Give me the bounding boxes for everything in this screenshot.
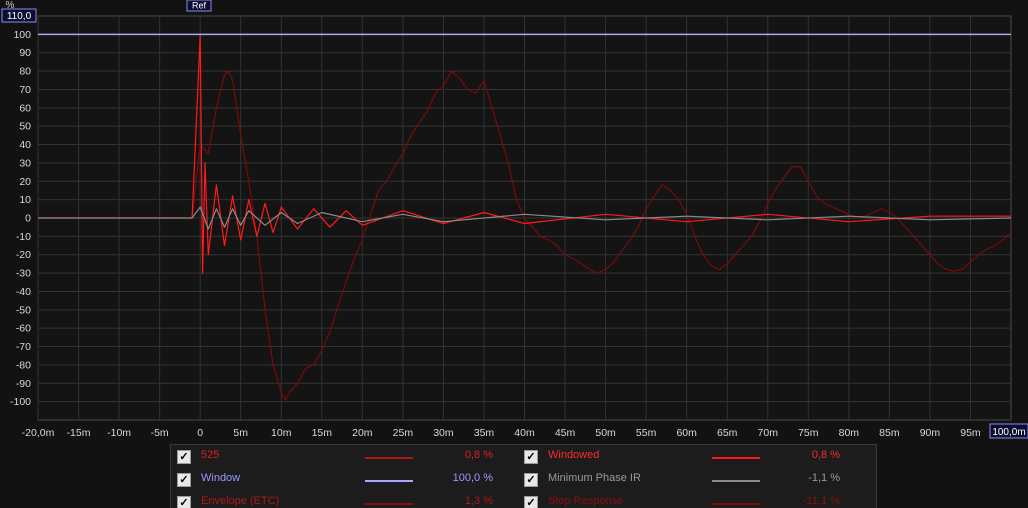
y-tick-label: -20 <box>16 249 31 261</box>
x-tick-label: -5m <box>151 427 169 439</box>
y-tick-label: 80 <box>19 66 31 78</box>
checkbox-windowed[interactable]: ✓ <box>524 450 538 464</box>
y-tick-label: -100 <box>10 396 31 408</box>
x-tick-label: 40m <box>514 427 535 439</box>
x-tick-label: 20m <box>352 427 373 439</box>
legend-swatch-windowed <box>712 457 760 459</box>
legend-item-525[interactable]: ✓ 525 0,8 % <box>177 447 507 469</box>
legend-item-windowed[interactable]: ✓ Windowed 0,8 % <box>524 447 854 469</box>
y-tick-label: 70 <box>19 84 31 96</box>
x-tick-label: -10m <box>107 427 131 439</box>
legend-item-envelope-etc[interactable]: ✓ Envelope (ETC) 1,3 % <box>177 493 507 508</box>
checkbox-step-response[interactable]: ✓ <box>524 496 538 508</box>
legend-label-window: Window <box>201 472 241 484</box>
legend-swatch-525 <box>365 457 413 459</box>
legend-swatch-envelope-etc <box>365 503 413 505</box>
x-tick-label: 75m <box>798 427 819 439</box>
legend-swatch-step-response <box>712 503 760 505</box>
legend-swatch-minimum-phase-ir <box>712 480 760 482</box>
ref-marker-label[interactable]: Ref <box>192 1 207 11</box>
x-tick-label: -20,0m <box>22 427 55 439</box>
x-tick-label: 60m <box>676 427 697 439</box>
x-tick-label: 10m <box>271 427 292 439</box>
legend-item-step-response[interactable]: ✓ Step Response -11,1 % <box>524 493 854 508</box>
y-tick-label: 100 <box>13 29 31 41</box>
y-tick-label: -70 <box>16 341 31 353</box>
legend-value-windowed: 0,8 % <box>811 449 840 461</box>
x-tick-label: 70m <box>758 427 779 439</box>
legend-value-525: 0,8 % <box>464 449 493 461</box>
legend-value-step-response: -11,1 % <box>802 495 840 507</box>
y-tick-label: 10 <box>19 194 31 206</box>
legend-label-minimum-phase-ir: Minimum Phase IR <box>548 472 641 484</box>
legend-item-window[interactable]: ✓ Window 100,0 % <box>177 470 507 492</box>
legend-label-525: 525 <box>201 449 220 461</box>
checkbox-minimum-phase-ir[interactable]: ✓ <box>524 473 538 487</box>
x-tick-label: 30m <box>433 427 454 439</box>
checkbox-window[interactable]: ✓ <box>177 473 191 487</box>
checkbox-envelope-etc[interactable]: ✓ <box>177 496 191 508</box>
y-tick-label: -60 <box>16 323 31 335</box>
x-tick-label: 90m <box>920 427 941 439</box>
y-axis-ticks: 1009080706050403020100-10-20-30-40-50-60… <box>10 29 31 408</box>
x-tick-label: 50m <box>595 427 616 439</box>
legend-label-windowed: Windowed <box>548 449 600 461</box>
legend-label-envelope-etc: Envelope (ETC) <box>201 495 280 507</box>
x-tick-label: 65m <box>717 427 738 439</box>
checkbox-525[interactable]: ✓ <box>177 450 191 464</box>
x-tick-label: -15m <box>67 427 91 439</box>
x-tick-label: 45m <box>555 427 576 439</box>
y-tick-label: 50 <box>19 121 31 133</box>
x-max-label[interactable]: 100,0m <box>992 427 1025 438</box>
y-tick-label: -40 <box>16 286 31 298</box>
y-tick-label: 30 <box>19 157 31 169</box>
legend-swatch-window <box>365 480 413 482</box>
x-tick-label: 55m <box>636 427 657 439</box>
legend-value-minimum-phase-ir: -1,1 % <box>808 472 840 484</box>
impulse-response-window: 100 90 80 70 60 50 40 30 20 10 0 -10 -20 -30 -40 -50 -60… <box>0 0 1028 508</box>
x-tick-label: 5m <box>233 427 248 439</box>
y-tick-label: 90 <box>19 47 31 59</box>
legend-value-envelope-etc: 1,3 % <box>464 495 493 507</box>
x-tick-label: 25m <box>393 427 414 439</box>
y-tick-label: 20 <box>19 176 31 188</box>
y-tick-label: -10 <box>16 231 31 243</box>
x-axis-ticks: -20,0m -15m -10m -5m 0 5m 10m 15m 20m 25m 30m 35m 40… <box>22 427 981 439</box>
y-tick-label: 60 <box>19 102 31 114</box>
y-tick-label: 0 <box>25 213 31 225</box>
legend-item-minimum-phase-ir[interactable]: ✓ Minimum Phase IR -1,1 % <box>524 470 854 492</box>
x-tick-label: 85m <box>879 427 900 439</box>
x-tick-label: 80m <box>839 427 860 439</box>
x-tick-label: 35m <box>474 427 495 439</box>
y-tick-label: -90 <box>16 378 31 390</box>
legend-panel: ✓ 525 0,8 % ✓ Windowed 0,8 % ✓ Window 10… <box>170 444 877 508</box>
x-tick-label: 95m <box>960 427 981 439</box>
x-tick-label: 0 <box>197 427 203 439</box>
y-tick-label: -50 <box>16 304 31 316</box>
y-tick-label: -80 <box>16 359 31 371</box>
legend-label-step-response: Step Response <box>548 495 624 507</box>
y-max-label[interactable]: 110,0 <box>7 11 32 22</box>
legend-value-window: 100,0 % <box>452 472 493 484</box>
y-tick-label: -30 <box>16 268 31 280</box>
impulse-response-chart[interactable]: 1009080706050403020100-10-20-30-40-50-60… <box>0 0 1028 444</box>
y-tick-label: 40 <box>19 139 31 151</box>
x-tick-label: 15m <box>312 427 333 439</box>
